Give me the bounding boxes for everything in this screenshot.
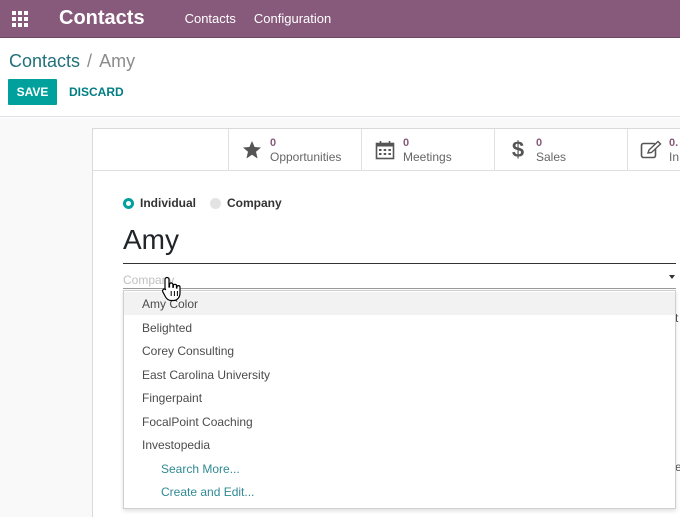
company-radio[interactable] xyxy=(210,197,222,209)
company-option[interactable]: FocalPoint Coaching xyxy=(124,410,675,433)
company-autocomplete-dropdown: Amy Color Belighted Corey Consulting Eas… xyxy=(123,290,676,509)
hand-cursor-icon xyxy=(161,276,181,302)
sales-count: 0 xyxy=(536,136,543,149)
breadcrumb-current: Amy xyxy=(99,51,136,71)
svg-text:$: $ xyxy=(512,139,524,161)
menu-configuration[interactable]: Configuration xyxy=(254,11,331,26)
star-icon xyxy=(241,139,263,161)
contact-name-field[interactable]: Amy xyxy=(123,224,179,256)
opportunities-count: 0 xyxy=(270,136,277,149)
apps-menu-button[interactable] xyxy=(3,0,37,38)
search-more-link[interactable]: Search More... xyxy=(124,457,675,480)
sales-label: Sales xyxy=(536,149,567,164)
invoiced-count: 0. xyxy=(669,136,679,149)
sales-button[interactable]: $ 0 Sales xyxy=(494,129,627,170)
company-option[interactable]: Fingerpaint xyxy=(124,386,675,409)
save-button[interactable]: SAVE xyxy=(8,79,57,105)
company-option[interactable]: Amy Color xyxy=(124,292,675,315)
company-option[interactable]: Corey Consulting xyxy=(124,339,675,362)
app-title: Contacts xyxy=(59,7,145,29)
opportunities-button[interactable]: 0 Opportunities xyxy=(228,129,361,170)
invoiced-label: In xyxy=(669,149,680,164)
grid-icon xyxy=(12,10,28,27)
top-navbar: Contacts Contacts Configuration xyxy=(0,0,680,38)
edit-icon xyxy=(640,139,662,161)
meetings-button[interactable]: 0 Meetings xyxy=(361,129,494,170)
dollar-icon: $ xyxy=(507,139,529,161)
meetings-count: 0 xyxy=(403,136,410,149)
name-underline xyxy=(123,263,676,264)
calendar-icon xyxy=(374,139,396,161)
breadcrumb: Contacts / Amy xyxy=(9,51,135,72)
control-panel: Contacts / Amy SAVE DISCARD xyxy=(0,38,680,117)
opportunities-label: Opportunities xyxy=(270,149,342,164)
company-radio-label[interactable]: Company xyxy=(227,196,282,210)
create-and-edit-link[interactable]: Create and Edit... xyxy=(124,480,675,503)
meetings-label: Meetings xyxy=(403,149,452,164)
company-option[interactable]: East Carolina University xyxy=(124,363,675,386)
individual-radio[interactable] xyxy=(123,197,134,209)
menu-contacts[interactable]: Contacts xyxy=(185,11,236,26)
breadcrumb-contacts-link[interactable]: Contacts xyxy=(9,51,80,71)
company-input[interactable] xyxy=(123,271,676,289)
invoiced-button[interactable]: 0. In xyxy=(627,129,680,170)
smart-button-box: 0 Opportunities 0 Meetings $ 0 Sales 0. In xyxy=(93,129,680,171)
company-type-radio-group: Individual Company xyxy=(123,196,296,210)
company-option[interactable]: Belighted xyxy=(124,316,675,339)
discard-button[interactable]: DISCARD xyxy=(69,79,124,105)
individual-radio-label[interactable]: Individual xyxy=(140,196,196,210)
company-dropdown-caret-icon[interactable] xyxy=(669,275,675,279)
company-option[interactable]: Investopedia xyxy=(124,433,675,456)
breadcrumb-separator: / xyxy=(87,51,93,71)
